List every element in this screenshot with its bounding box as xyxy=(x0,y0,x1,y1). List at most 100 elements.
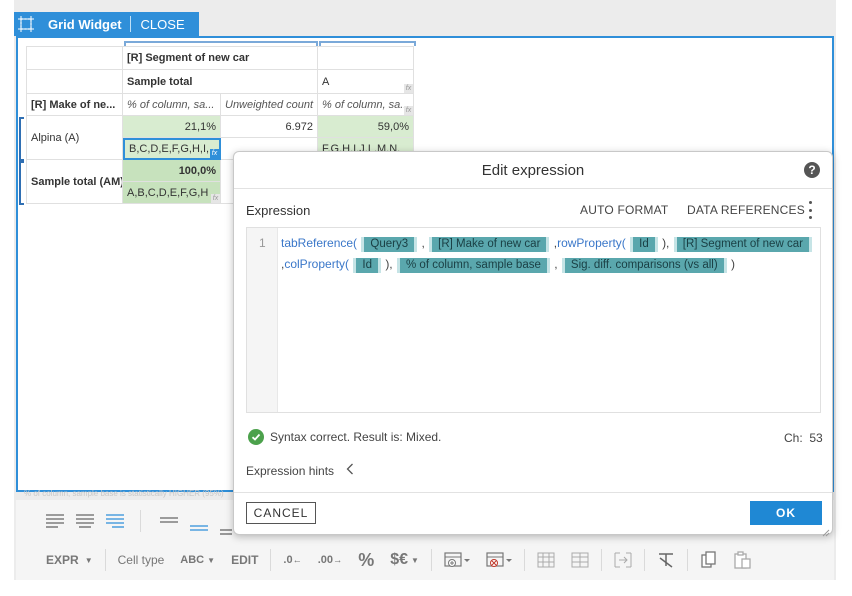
fx-icon[interactable]: fx xyxy=(210,149,219,158)
toolbar-divider xyxy=(430,549,432,571)
column-header[interactable]: [R] Segment of new car xyxy=(123,46,318,70)
reference-token[interactable]: Query3 xyxy=(361,237,418,252)
line-number: 1 xyxy=(259,236,266,250)
insert-table-icon[interactable] xyxy=(436,552,478,568)
table-cell[interactable]: A,B,C,D,E,F,G,H fx xyxy=(123,182,221,204)
function-token: colProperty( xyxy=(284,256,350,271)
measure-header-label: % of column, sa... xyxy=(322,98,410,111)
column-header-empty xyxy=(318,46,414,70)
table-cell[interactable]: 59,0% xyxy=(318,116,414,138)
reference-token[interactable]: Id xyxy=(353,257,381,273)
align-left-icon[interactable] xyxy=(46,514,64,533)
toolbar-divider xyxy=(104,549,106,571)
measure-header[interactable]: % of column, sa... xyxy=(123,94,221,116)
chevron-left-icon xyxy=(346,463,354,478)
close-widget-button[interactable]: CLOSE xyxy=(131,17,199,32)
expr-dropdown[interactable]: EXPR ▼ xyxy=(38,553,101,567)
table-cell[interactable]: 100,0% xyxy=(123,160,221,182)
cell-type-label: Cell type xyxy=(117,553,165,567)
toolbar-divider xyxy=(686,549,688,571)
align-center-icon[interactable] xyxy=(76,514,94,533)
significance-note: % of column, sample base is statisticall… xyxy=(24,489,224,498)
row-label[interactable]: Sample total (AM) xyxy=(26,160,123,204)
grid-corner xyxy=(26,70,123,94)
syntax-status: Syntax correct. Result is: Mixed. xyxy=(248,429,441,445)
column-subheader[interactable]: Sample total xyxy=(123,70,318,94)
currency-label: $€ xyxy=(390,551,409,568)
function-token: rowProperty( xyxy=(557,236,626,250)
chevron-down-icon: ▼ xyxy=(207,555,216,565)
row-label[interactable]: Alpina (A) xyxy=(26,116,123,160)
row-header-label[interactable]: [R] Make of ne... xyxy=(26,94,123,116)
toolbar-divider xyxy=(643,549,645,571)
expr-label: EXPR xyxy=(46,553,79,567)
more-options-icon[interactable] xyxy=(807,201,813,219)
reference-token[interactable]: Sig. diff. comparisons (vs all) xyxy=(561,257,727,273)
cell-type-dropdown[interactable]: ABC ▼ xyxy=(172,554,223,566)
row-bracket xyxy=(19,117,24,161)
reference-token[interactable]: % of column, sample base xyxy=(397,257,550,273)
expression-editor[interactable]: 1 tabReference( Query3 , [R] Make of new… xyxy=(246,227,821,413)
align-right-icon[interactable] xyxy=(106,514,124,533)
measure-header[interactable]: Unweighted count xyxy=(221,94,318,116)
expression-code[interactable]: tabReference( Query3 , [R] Make of new c… xyxy=(281,233,819,274)
table-cell[interactable] xyxy=(221,160,233,204)
toolbar-divider xyxy=(600,549,602,571)
character-count: Ch: 53 xyxy=(784,431,823,445)
reference-token[interactable]: [R] Make of new car xyxy=(429,237,550,252)
table-cell[interactable]: 21,1% xyxy=(123,116,221,138)
sig-letters: B,C,D,E,F,G,H,I, xyxy=(129,143,210,155)
grid-corner xyxy=(26,46,123,70)
selected-cell[interactable]: B,C,D,E,F,G,H,I, fx xyxy=(123,138,221,160)
column-subheader-label: A xyxy=(322,75,330,88)
toolbar-divider xyxy=(270,549,272,571)
merge-cells-icon[interactable] xyxy=(606,552,640,568)
expression-hints-toggle[interactable]: Expression hints xyxy=(246,463,354,478)
table-columns-icon[interactable] xyxy=(563,552,597,568)
ok-button[interactable]: OK xyxy=(750,501,822,525)
currency-dropdown[interactable]: $€ ▼ xyxy=(382,551,427,569)
widget-frame-icon[interactable] xyxy=(14,12,38,36)
toolbar-divider xyxy=(523,549,525,571)
reference-token[interactable]: Id xyxy=(630,237,658,252)
edit-expression-dialog: Edit expression ? Expression AUTO FORMAT… xyxy=(233,151,833,537)
dialog-title: Edit expression xyxy=(481,161,585,179)
delete-table-icon[interactable] xyxy=(478,552,520,568)
character-count-value: 53 xyxy=(809,431,823,445)
paste-icon[interactable] xyxy=(726,551,760,569)
edit-button[interactable]: EDIT xyxy=(223,553,266,567)
expression-section-label: Expression xyxy=(246,203,311,218)
data-references-button[interactable]: DATA REFERENCES xyxy=(687,203,805,217)
fx-icon[interactable]: fx xyxy=(404,84,413,93)
increase-decimals-icon[interactable]: .00 → xyxy=(310,554,350,566)
column-subheader[interactable]: Afx xyxy=(318,70,414,94)
punctuation: ), xyxy=(662,236,670,250)
auto-format-button[interactable]: AUTO FORMAT xyxy=(580,203,668,217)
copy-icon[interactable] xyxy=(692,551,726,569)
sig-letters: A,B,C,D,E,F,G,H xyxy=(127,186,209,199)
measure-header[interactable]: % of column, sa... fx xyxy=(318,94,414,116)
character-count-label: Ch: xyxy=(784,431,803,445)
cancel-button[interactable]: CANCEL xyxy=(246,502,316,524)
percent-button[interactable]: % xyxy=(350,550,382,571)
table-cell[interactable]: 6.972 xyxy=(221,116,318,138)
valign-middle-icon[interactable] xyxy=(190,518,208,536)
valign-top-icon[interactable] xyxy=(160,514,178,532)
clear-format-icon[interactable] xyxy=(649,552,683,568)
app-background: Grid Widget CLOSE [R] Segment of new car… xyxy=(0,0,852,596)
function-token: tabReference( xyxy=(281,236,358,250)
table-grid-icon[interactable] xyxy=(529,552,563,568)
decrease-decimals-icon[interactable]: .0 ← xyxy=(275,554,309,566)
dialog-header: Edit expression ? xyxy=(234,152,832,189)
reference-token[interactable]: [R] Segment of new car xyxy=(673,237,812,252)
punctuation: , xyxy=(421,236,425,250)
widget-title: Grid Widget xyxy=(48,16,122,32)
valign-bottom-icon[interactable] xyxy=(220,522,232,540)
help-icon[interactable]: ? xyxy=(804,162,820,178)
punctuation: ) xyxy=(731,256,736,271)
fx-icon[interactable]: fx xyxy=(404,106,413,115)
chevron-down-icon: ▼ xyxy=(84,555,93,565)
resize-handle-icon[interactable] xyxy=(822,524,830,537)
fx-icon[interactable]: fx xyxy=(211,194,220,203)
toolbar-divider xyxy=(140,510,141,532)
